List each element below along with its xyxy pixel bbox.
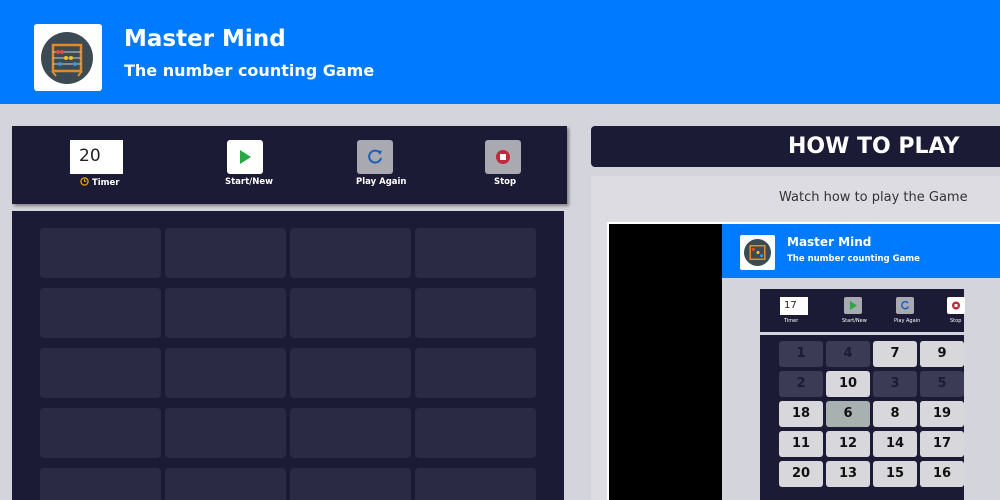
video-start-label: Start/New (842, 318, 867, 324)
refresh-icon (901, 300, 910, 310)
board-tile[interactable] (165, 348, 286, 398)
video-app-title: Master Mind (787, 235, 872, 249)
app-subtitle: The number counting Game (124, 61, 375, 80)
board-tile[interactable] (290, 288, 411, 338)
board-tile[interactable] (290, 468, 411, 500)
abacus-icon (744, 239, 771, 266)
video-tile: 6 (826, 401, 870, 427)
board-tile[interactable] (290, 408, 411, 458)
control-bar: 20 Timer Start/New Play Again Stop (12, 126, 567, 204)
board-tile[interactable] (40, 228, 161, 278)
board-tile[interactable] (40, 288, 161, 338)
video-tile: 10 (826, 371, 870, 397)
video-tile: 3 (873, 371, 917, 397)
board-tile[interactable] (415, 228, 536, 278)
video-tile: 2 (779, 371, 823, 397)
board-tile[interactable] (165, 408, 286, 458)
video-start-button (844, 297, 862, 314)
video-tile: 9 (920, 341, 964, 367)
play-icon (240, 150, 251, 164)
refresh-icon (368, 149, 382, 164)
video-app-subtitle: The number counting Game (787, 254, 920, 264)
video-tile: 19 (920, 401, 964, 427)
app-title: Master Mind (124, 26, 286, 52)
video-tile: 11 (779, 431, 823, 457)
video-tile: 4 (826, 341, 870, 367)
board-tile[interactable] (40, 468, 161, 500)
abacus-icon (41, 32, 93, 84)
video-tile: 8 (873, 401, 917, 427)
video-timer-label: Timer (784, 318, 799, 324)
video-tile: 18 (779, 401, 823, 427)
board-tile[interactable] (415, 408, 536, 458)
board-tile[interactable] (40, 348, 161, 398)
how-to-play-title: HOW TO PLAY (788, 134, 960, 159)
board-tile[interactable] (415, 348, 536, 398)
video-frame: Master Mind The number counting Game 17 … (722, 224, 1000, 500)
board-tile[interactable] (415, 288, 536, 338)
play-again-label: Play Again (356, 177, 407, 187)
board-tile[interactable] (165, 468, 286, 500)
clock-icon (80, 177, 89, 186)
video-game-board: 1 4 7 9 2 10 3 5 18 6 8 19 11 12 14 17 2… (760, 335, 964, 500)
video-tile: 7 (873, 341, 917, 367)
video-app-logo (740, 235, 775, 270)
video-tile: 12 (826, 431, 870, 457)
video-play-again-label: Play Again (894, 318, 921, 324)
video-timer-display: 17 (780, 297, 808, 315)
video-tile: 5 (920, 371, 964, 397)
stop-label: Stop (494, 177, 517, 187)
timer-label: Timer (91, 178, 120, 188)
play-icon (850, 301, 857, 310)
video-tile: 15 (873, 461, 917, 487)
stop-icon (952, 301, 960, 310)
play-again-button[interactable] (357, 140, 393, 174)
video-control-bar: 17 Timer Start/New Play Again Stop (760, 289, 965, 332)
timer-display: 20 (70, 140, 123, 174)
video-tile: 13 (826, 461, 870, 487)
board-tile[interactable] (165, 288, 286, 338)
stop-button[interactable] (485, 140, 521, 174)
stop-icon (496, 150, 510, 164)
app-logo (34, 24, 102, 91)
video-tile: 16 (920, 461, 964, 487)
video-tile: 1 (779, 341, 823, 367)
video-stop-button (947, 297, 965, 314)
watch-caption: Watch how to play the Game (779, 190, 968, 205)
tutorial-video[interactable]: Master Mind The number counting Game 17 … (607, 222, 1000, 500)
video-stop-label: Stop (950, 318, 962, 324)
start-button[interactable] (227, 140, 263, 174)
board-tile[interactable] (165, 228, 286, 278)
board-tile[interactable] (290, 348, 411, 398)
video-tile: 17 (920, 431, 964, 457)
timer-label-group: Timer (80, 177, 120, 188)
start-label: Start/New (225, 177, 274, 187)
video-tile: 14 (873, 431, 917, 457)
board-tile[interactable] (290, 228, 411, 278)
app-header: Master Mind The number counting Game (0, 0, 1000, 104)
game-board (12, 211, 564, 500)
video-app-header: Master Mind The number counting Game (722, 224, 1000, 278)
video-play-again-button (896, 297, 914, 314)
board-tile[interactable] (415, 468, 536, 500)
board-tile[interactable] (40, 408, 161, 458)
video-tile: 20 (779, 461, 823, 487)
how-to-play-header: HOW TO PLAY (591, 126, 1000, 167)
